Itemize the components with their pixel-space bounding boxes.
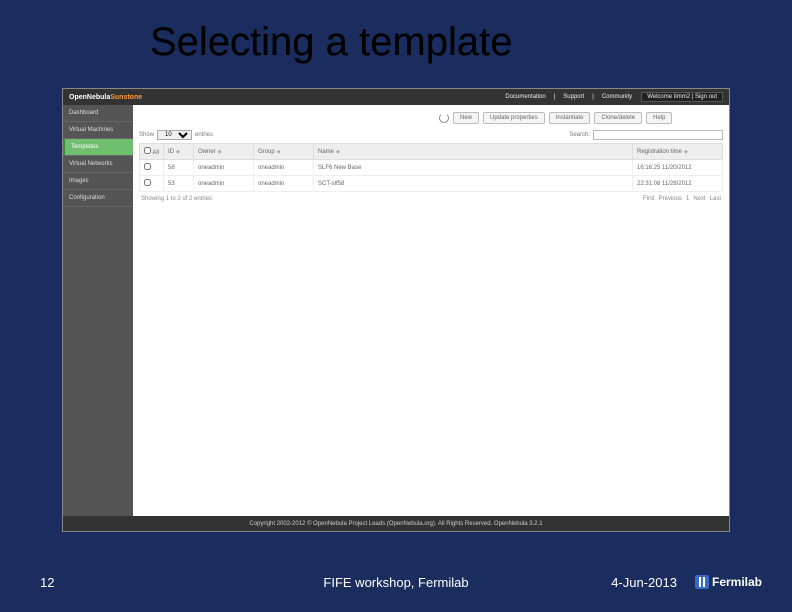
sort-icon[interactable]: ◆: [176, 149, 180, 155]
show-row: Show 10 entries Search:: [139, 127, 723, 143]
clonedelete-button[interactable]: Clone/delete: [594, 112, 642, 124]
app-footer: Copyright 2002-2012 © OpenNebula Project…: [63, 516, 729, 531]
link-community[interactable]: Community: [599, 94, 635, 100]
sort-icon[interactable]: ◆: [218, 149, 222, 155]
app-topbar: OpenNebulaSunstone Documentation | Suppo…: [63, 89, 729, 105]
sidebar-item-config[interactable]: Configuration: [63, 190, 133, 207]
table-row[interactable]: 58 oneadmin oneadmin SLF6 New Base 16:16…: [140, 160, 723, 176]
slide-footer: 12 FIFE workshop, Fermilab 4-Jun-2013 Fe…: [0, 570, 792, 594]
search-label: Search:: [569, 132, 590, 138]
page-prev[interactable]: Previous: [659, 196, 682, 202]
sidebar-item-vnets[interactable]: Virtual Networks: [63, 156, 133, 173]
pagination: First Previous 1 Next Last: [643, 196, 721, 202]
table-row[interactable]: 53 oneadmin oneadmin SCT-slf58 22:31:08 …: [140, 176, 723, 192]
page-next[interactable]: Next: [693, 196, 705, 202]
sidebar: Dashboard Virtual Machines Templates Vir…: [63, 105, 133, 517]
sidebar-item-vms[interactable]: Virtual Machines: [63, 122, 133, 139]
sort-icon[interactable]: ◆: [684, 149, 688, 155]
update-button[interactable]: Update properties: [483, 112, 545, 124]
link-support[interactable]: Support: [560, 94, 587, 100]
row-checkbox[interactable]: [144, 163, 151, 170]
new-button[interactable]: New: [453, 112, 479, 124]
topbar-links: Documentation | Support | Community: [502, 94, 635, 100]
showing-info: Showing 1 to 2 of 2 entries: [141, 196, 212, 202]
brand: OpenNebulaSunstone: [69, 94, 142, 101]
page-first[interactable]: First: [643, 196, 655, 202]
link-documentation[interactable]: Documentation: [502, 94, 548, 100]
search-input[interactable]: [593, 130, 723, 140]
sidebar-item-dashboard[interactable]: Dashboard: [63, 105, 133, 122]
instantiate-button[interactable]: Instantiate: [549, 112, 591, 124]
page-last[interactable]: Last: [710, 196, 721, 202]
page-current[interactable]: 1: [686, 196, 689, 202]
slide-title: Selecting a template: [0, 20, 792, 65]
sidebar-item-templates[interactable]: Templates: [63, 139, 133, 156]
main-panel: New Update properties Instantiate Clone/…: [133, 105, 729, 517]
select-all-checkbox[interactable]: [144, 147, 151, 154]
sort-icon[interactable]: ◆: [336, 149, 340, 155]
toolbar: New Update properties Instantiate Clone/…: [139, 109, 723, 127]
app-window: OpenNebulaSunstone Documentation | Suppo…: [62, 88, 730, 532]
fermilab-logo: Fermilab: [695, 575, 762, 589]
sidebar-item-images[interactable]: Images: [63, 173, 133, 190]
show-select[interactable]: 10: [157, 130, 192, 140]
templates-table: All ID◆ Owner◆ Group◆ Name◆ Registration…: [139, 143, 723, 192]
fermilab-icon: [695, 575, 709, 589]
help-button[interactable]: Help: [646, 112, 672, 124]
show-suffix: entries: [195, 132, 213, 138]
slide-number: 12: [40, 575, 54, 590]
refresh-icon[interactable]: [439, 113, 449, 123]
sort-icon[interactable]: ◆: [277, 149, 281, 155]
show-prefix: Show: [139, 132, 154, 138]
row-checkbox[interactable]: [144, 179, 151, 186]
slide-date: 4-Jun-2013: [611, 575, 677, 590]
table-header-row: All ID◆ Owner◆ Group◆ Name◆ Registration…: [140, 144, 723, 160]
welcome-box[interactable]: Welcome timm2 | Sign out: [641, 92, 723, 102]
slide-footer-center: FIFE workshop, Fermilab: [323, 575, 468, 590]
table-footer: Showing 1 to 2 of 2 entries First Previo…: [139, 192, 723, 206]
